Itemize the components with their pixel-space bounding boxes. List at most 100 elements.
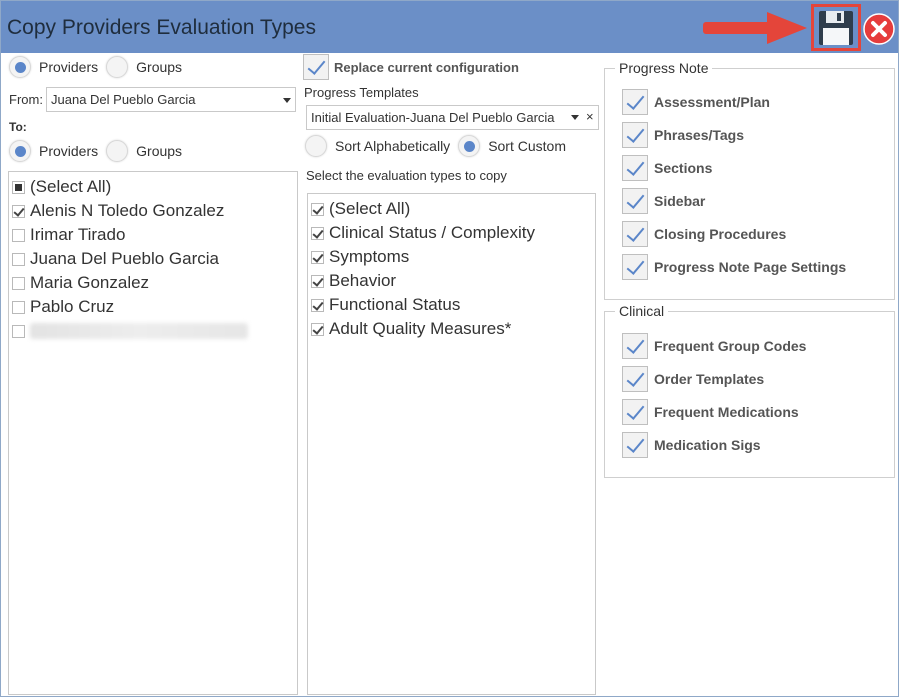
source-providers-radio[interactable] [9,56,31,78]
progress-template-dropdown[interactable]: Initial Evaluation-Juana Del Pueblo Garc… [306,105,599,130]
list-item-label: Juana Del Pueblo Garcia [30,249,220,268]
option-row[interactable]: Sidebar [622,188,705,214]
replace-configuration-checkbox[interactable] [303,54,329,80]
title-bar: Copy Providers Evaluation Types [1,1,898,53]
option-checkbox[interactable] [622,333,648,359]
progress-templates-label: Progress Templates [304,85,419,100]
option-row[interactable]: Frequent Medications [622,399,799,425]
list-item-label: Maria Gonzalez [30,273,150,292]
list-item-label: Functional Status [329,295,461,314]
option-checkbox[interactable] [622,188,648,214]
source-groups-label: Groups [136,59,183,75]
option-label: Frequent Medications [654,404,799,420]
list-item[interactable]: Adult Quality Measures* [308,317,595,341]
list-item-label: Symptoms [329,247,410,266]
option-label: Phrases/Tags [654,127,745,143]
evaluation-types-label: Select the evaluation types to copy [306,168,507,183]
option-checkbox[interactable] [622,254,648,280]
list-item[interactable]: Irimar Tirado [9,223,297,247]
option-label: Sidebar [654,193,706,209]
list-item-redacted[interactable] [9,319,297,343]
list-item[interactable]: Symptoms [308,245,595,269]
option-checkbox[interactable] [622,432,648,458]
list-item[interactable]: Alenis N Toledo Gonzalez [9,199,297,223]
chevron-down-icon[interactable] [283,98,291,103]
eval-type-checkbox[interactable] [311,298,324,312]
eval-type-checkbox[interactable] [311,322,324,336]
list-item[interactable]: (Select All) [308,197,595,221]
clear-template-icon[interactable]: × [586,109,594,124]
list-item[interactable]: Clinical Status / Complexity [308,221,595,245]
clinical-legend: Clinical [615,303,669,319]
eval-type-checkbox[interactable] [311,250,324,264]
target-providers-list[interactable]: (Select All) Alenis N Toledo Gonzalez Ir… [8,171,298,695]
to-label: To: [9,120,27,134]
option-row[interactable]: Frequent Group Codes [622,333,806,359]
from-label: From: [9,92,43,107]
target-type-radio-group: Providers Groups [9,140,190,162]
option-label: Medication Sigs [654,437,761,453]
option-row[interactable]: Progress Note Page Settings [622,254,846,280]
list-item-label: (Select All) [329,199,411,218]
list-item[interactable]: Behavior [308,269,595,293]
provider-checkbox[interactable] [12,276,25,290]
close-icon[interactable] [863,13,895,45]
sort-custom-radio[interactable] [458,135,481,157]
copy-evaluation-types-dialog: Copy Providers Evaluation Types Provider… [0,0,899,697]
option-row[interactable]: Sections [622,155,712,181]
option-checkbox[interactable] [622,122,648,148]
provider-checkbox[interactable] [12,252,25,266]
sort-alphabetically-radio[interactable] [305,135,327,157]
evaluation-types-list[interactable]: (Select All) Clinical Status / Complexit… [307,193,596,695]
target-groups-label: Groups [136,143,183,159]
list-item-label: Clinical Status / Complexity [329,223,535,242]
option-checkbox[interactable] [622,399,648,425]
option-label: Assessment/Plan [654,94,770,110]
provider-checkbox[interactable] [12,324,25,338]
provider-checkbox[interactable] [12,300,25,314]
option-label: Frequent Group Codes [654,338,807,354]
eval-type-checkbox[interactable] [311,226,324,240]
select-all-checkbox[interactable] [12,180,25,194]
source-providers-label: Providers [39,59,99,75]
list-item[interactable]: Pablo Cruz [9,295,297,319]
source-type-radio-group: Providers Groups [9,56,190,78]
window-title: Copy Providers Evaluation Types [7,16,316,39]
option-checkbox[interactable] [622,221,648,247]
source-groups-radio[interactable] [106,56,129,78]
list-item[interactable]: Maria Gonzalez [9,271,297,295]
redacted-name [30,323,248,339]
replace-configuration-row[interactable]: Replace current configuration [303,54,519,80]
option-checkbox[interactable] [622,366,648,392]
list-item[interactable]: Juana Del Pueblo Garcia [9,247,297,271]
list-item-label: Pablo Cruz [30,297,115,316]
option-checkbox[interactable] [622,155,648,181]
red-arrow-annotation [703,12,807,44]
provider-checkbox[interactable] [12,228,25,242]
save-button[interactable] [811,4,861,51]
eval-type-checkbox[interactable] [311,274,324,288]
floppy-disk-icon [819,10,853,45]
sort-radio-group: Sort Alphabetically Sort Custom [305,135,574,157]
option-row[interactable]: Closing Procedures [622,221,786,247]
list-item-label: Irimar Tirado [30,225,126,244]
target-groups-radio[interactable] [106,140,129,162]
target-providers-radio[interactable] [9,140,31,162]
option-row[interactable]: Phrases/Tags [622,122,744,148]
chevron-down-icon[interactable] [571,115,579,120]
option-checkbox[interactable] [622,89,648,115]
list-item[interactable]: Functional Status [308,293,595,317]
option-row[interactable]: Order Templates [622,366,764,392]
target-providers-label: Providers [39,143,99,159]
option-row[interactable]: Medication Sigs [622,432,761,458]
replace-configuration-label: Replace current configuration [334,59,519,75]
option-label: Closing Procedures [654,226,787,242]
list-item[interactable]: (Select All) [9,175,297,199]
eval-type-checkbox[interactable] [311,202,324,216]
option-row[interactable]: Assessment/Plan [622,89,770,115]
provider-checkbox[interactable] [12,204,25,218]
option-label: Order Templates [654,371,765,387]
sort-custom-label: Sort Custom [488,138,566,154]
list-item-label: Alenis N Toledo Gonzalez [30,201,225,220]
from-provider-dropdown[interactable]: Juana Del Pueblo Garcia [46,87,296,112]
